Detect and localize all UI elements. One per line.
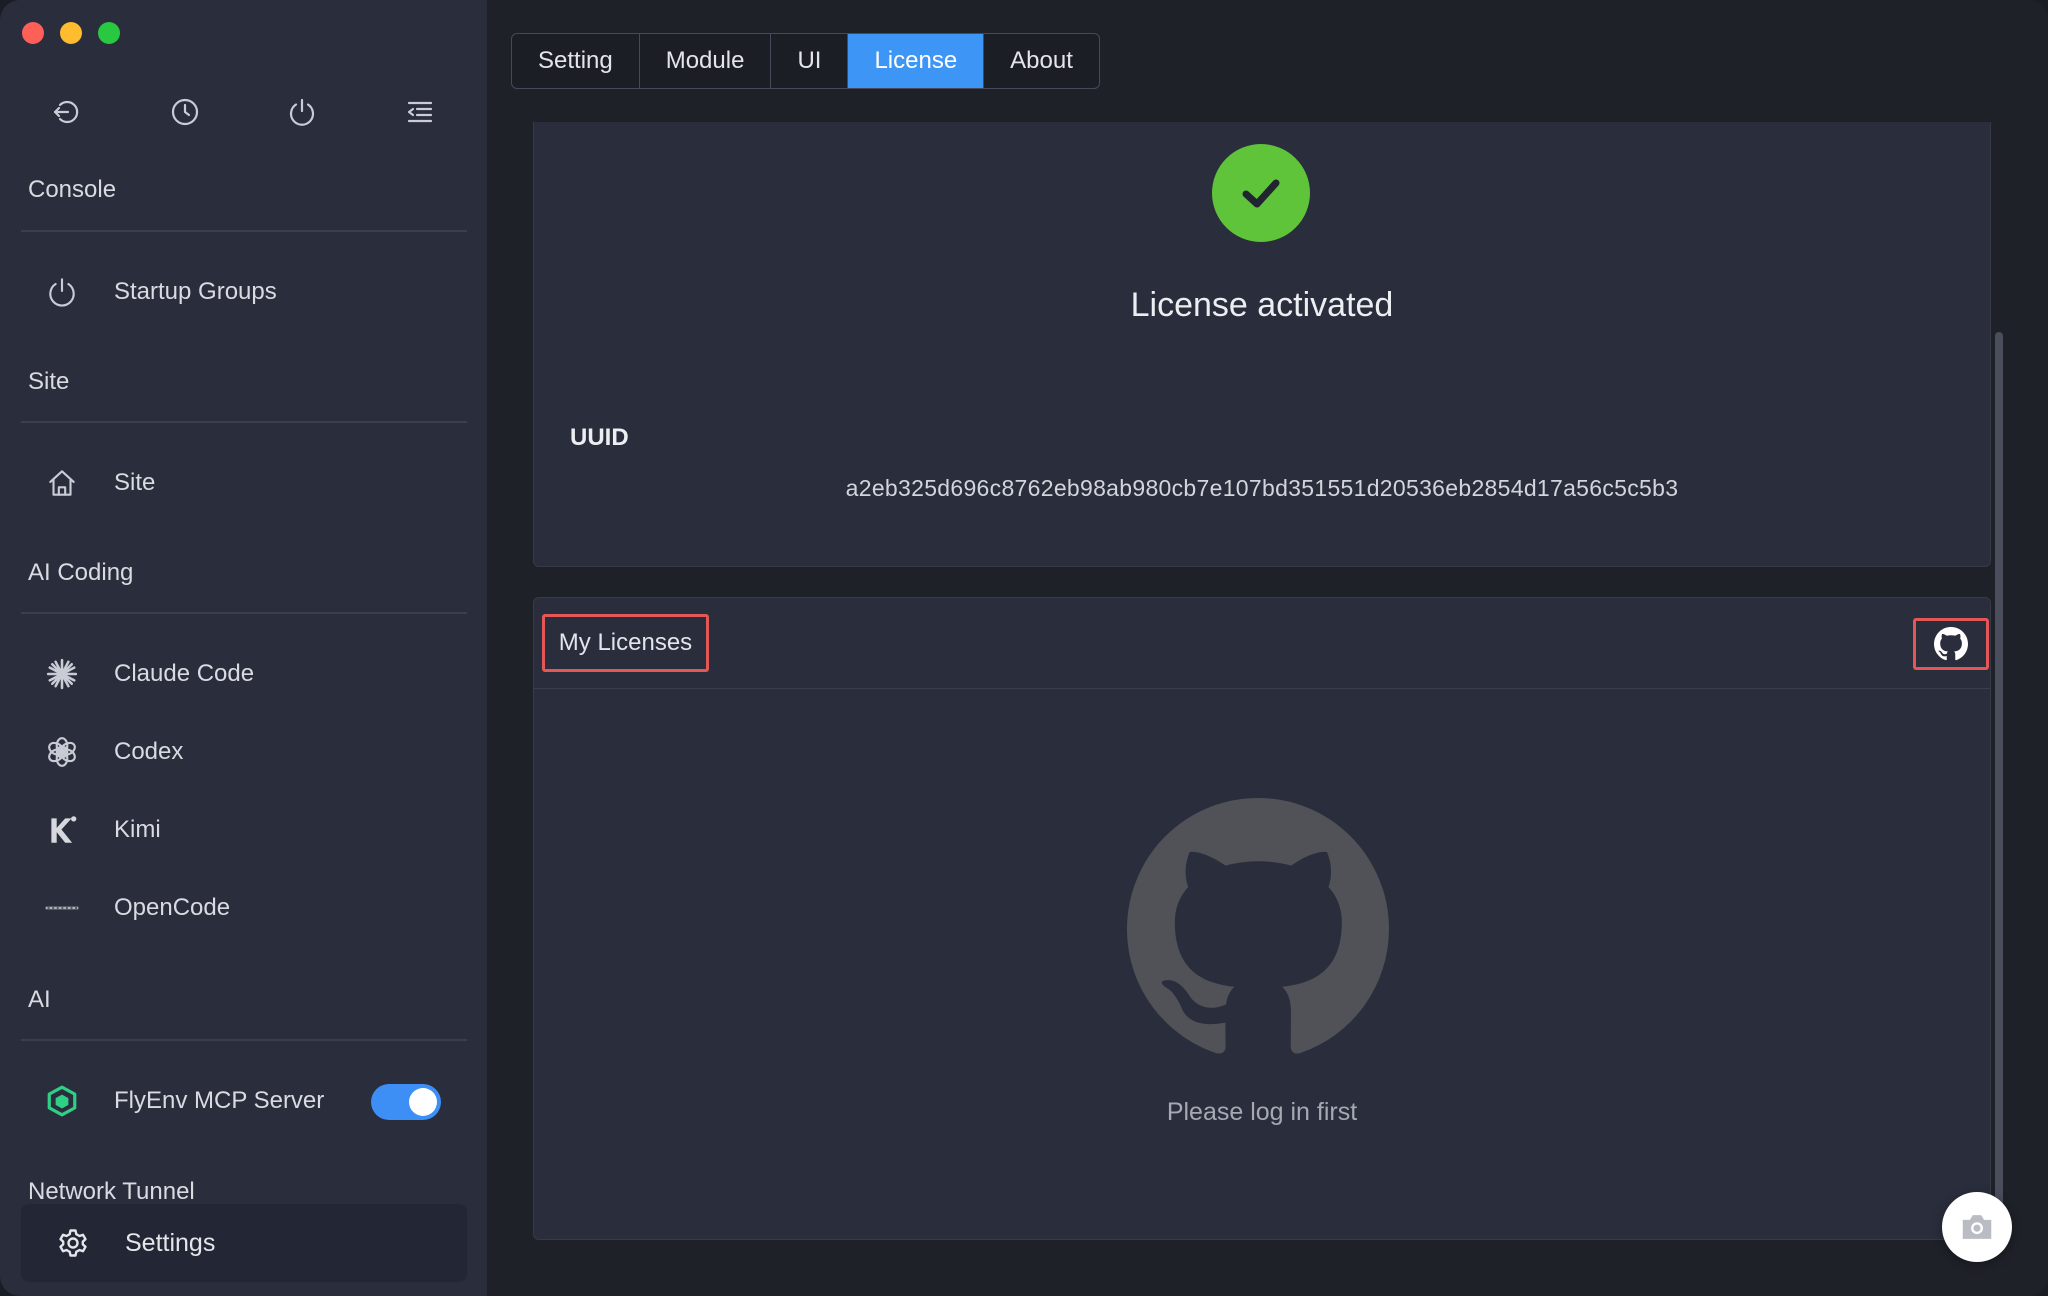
app-window: Console Startup Groups Site Site AI Codi… [0, 0, 2048, 1296]
sidebar-item-settings[interactable]: Settings [21, 1204, 467, 1282]
settings-tabs: Setting Module UI License About [511, 33, 1100, 89]
tab-license[interactable]: License [848, 34, 985, 88]
card-header: My Licenses [534, 598, 1990, 689]
tab-about[interactable]: About [984, 34, 1099, 88]
sidebar-item-label: Kimi [114, 816, 161, 843]
section-title-console: Console [28, 176, 117, 203]
section-title-ai: AI [28, 986, 51, 1013]
github-icon [1934, 627, 1968, 661]
license-status-text: License activated [1130, 286, 1394, 324]
sidebar-item-label: Settings [125, 1228, 216, 1257]
sidebar-item-flyenv-mcp-server[interactable]: FlyEnv MCP Server [40, 1071, 340, 1131]
sidebar-item-label: Site [114, 469, 156, 496]
traffic-lights [22, 22, 120, 44]
menu-collapse-icon [408, 101, 433, 123]
uuid-value: a2eb325d696c8762eb98ab980cb7e107bd351551… [845, 475, 1679, 501]
back-button[interactable] [39, 84, 95, 140]
cube-icon [40, 1079, 84, 1123]
menu-collapse-button[interactable] [392, 84, 448, 140]
section-divider [21, 421, 467, 423]
back-icon [53, 100, 79, 124]
minimize-window-button[interactable] [60, 22, 82, 44]
check-icon [1212, 144, 1310, 242]
gear-icon [51, 1221, 95, 1265]
tab-module[interactable]: Module [640, 34, 772, 88]
close-window-button[interactable] [22, 22, 44, 44]
screenshot-button[interactable] [1942, 1192, 2012, 1262]
mcp-server-toggle[interactable] [371, 1084, 441, 1120]
home-icon [40, 461, 84, 505]
section-title-site: Site [28, 368, 70, 395]
section-title-ai-coding: AI Coding [28, 559, 134, 586]
power-icon [290, 98, 315, 126]
license-status-card: License activated UUID a2eb325d696c8762e… [533, 122, 1991, 567]
tab-ui[interactable]: UI [771, 34, 849, 88]
zoom-window-button[interactable] [98, 22, 120, 44]
my-licenses-title: My Licenses [542, 614, 709, 672]
sidebar-item-label: Claude Code [114, 660, 255, 687]
power-icon [40, 270, 84, 314]
opencode-icon [40, 886, 84, 930]
sidebar-item-site[interactable]: Site [40, 453, 460, 513]
sidebar-item-opencode[interactable]: OpenCode [40, 878, 460, 938]
github-login-button[interactable] [1913, 618, 1989, 670]
sidebar-toolbar [0, 72, 487, 152]
section-divider [21, 230, 467, 232]
history-button[interactable] [157, 84, 213, 140]
uuid-label: UUID [570, 424, 629, 451]
history-icon [171, 98, 198, 126]
section-divider [21, 1039, 467, 1041]
sidebar-item-label: Codex [114, 738, 184, 765]
sidebar-item-label: Startup Groups [114, 278, 277, 305]
sidebar-item-claude-code[interactable]: Claude Code [40, 644, 460, 704]
sidebar-item-startup-groups[interactable]: Startup Groups [40, 262, 460, 322]
kimi-icon [40, 808, 84, 852]
scrollbar[interactable] [1995, 332, 2003, 1238]
power-button[interactable] [274, 84, 330, 140]
sidebar-item-label: FlyEnv MCP Server [114, 1087, 325, 1114]
sidebar-item-label: OpenCode [114, 894, 231, 921]
sidebar-item-codex[interactable]: Codex [40, 722, 460, 782]
section-divider [21, 612, 467, 614]
sidebar-item-kimi[interactable]: Kimi [40, 800, 460, 860]
claude-icon [40, 652, 84, 696]
sidebar: Console Startup Groups Site Site AI Codi… [0, 0, 487, 1296]
section-title-network-tunnel: Network Tunnel [28, 1178, 195, 1205]
github-placeholder-icon [1127, 798, 1389, 1060]
tab-setting[interactable]: Setting [512, 34, 640, 88]
openai-icon [40, 730, 84, 774]
camera-icon [1962, 1215, 1992, 1239]
main-panel: Setting Module UI License About License … [487, 0, 2048, 1296]
my-licenses-card: My Licenses Please log in first [533, 597, 1991, 1240]
login-prompt-text: Please log in first [1166, 1098, 1358, 1126]
